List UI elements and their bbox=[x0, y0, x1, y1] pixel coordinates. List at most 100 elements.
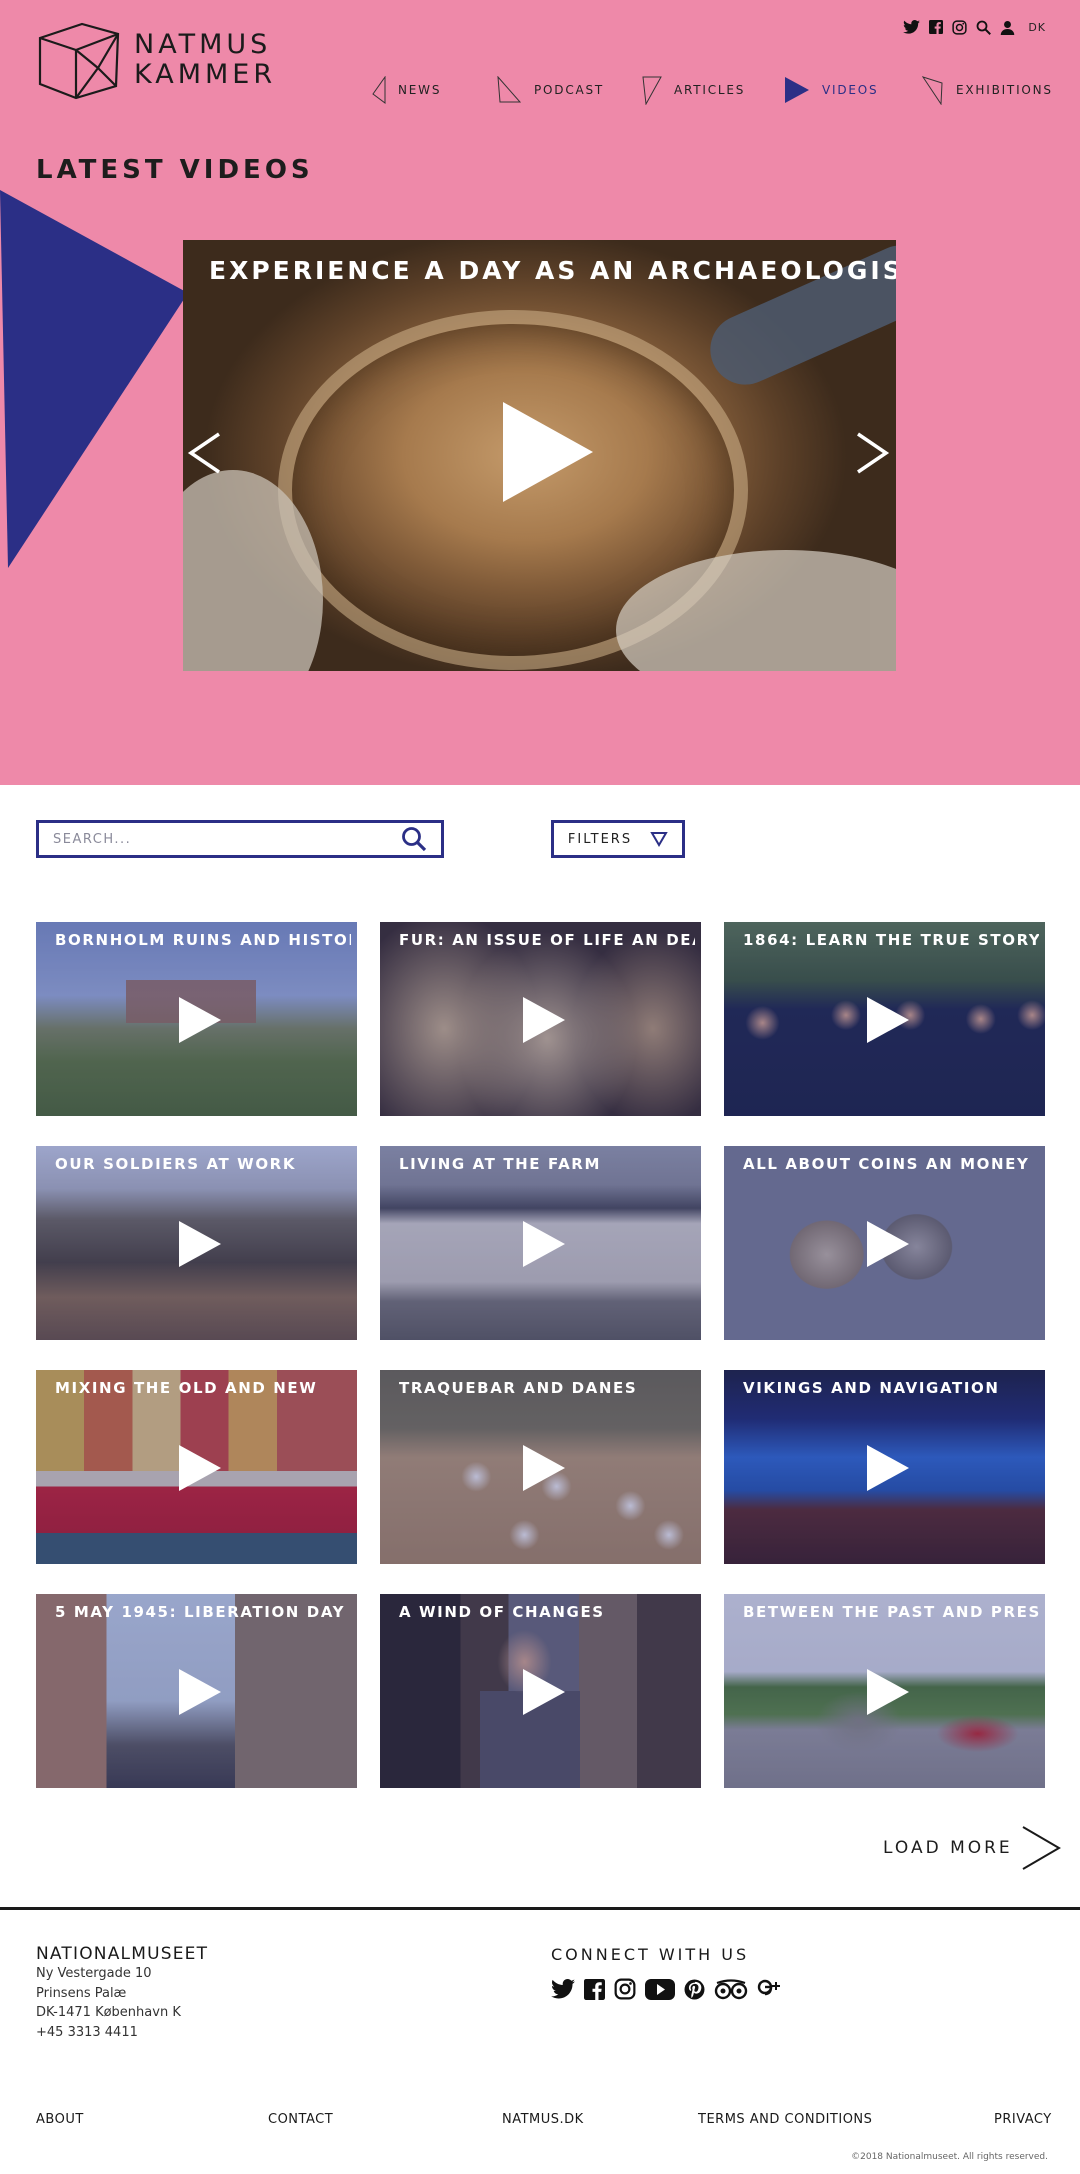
play-icon[interactable] bbox=[866, 996, 910, 1044]
video-card[interactable]: ALL ABOUT COINS AN MONEY bbox=[724, 1146, 1045, 1340]
hero-section: NATMUS KAMMER DK NEWS PODCAST ARTICLES V… bbox=[0, 0, 1080, 785]
triangle-icon bbox=[922, 76, 943, 105]
search-input[interactable] bbox=[53, 831, 401, 847]
page-title: LATEST VIDEOS bbox=[36, 155, 314, 185]
play-icon[interactable] bbox=[178, 996, 222, 1044]
video-card[interactable]: VIKINGS AND NAVIGATION bbox=[724, 1370, 1045, 1564]
filters-label: FILTERS bbox=[567, 831, 633, 847]
video-title: VIKINGS AND NAVIGATION bbox=[743, 1379, 1000, 1397]
load-more-label: LOAD MORE bbox=[883, 1838, 1013, 1858]
play-icon[interactable] bbox=[178, 1220, 222, 1268]
video-title: OUR SOLDIERS AT WORK bbox=[55, 1155, 297, 1173]
video-card[interactable]: OUR SOLDIERS AT WORK bbox=[36, 1146, 357, 1340]
address-line: DK-1471 København K bbox=[36, 2005, 181, 2020]
twitter-icon[interactable] bbox=[551, 1979, 575, 2003]
tripadvisor-icon[interactable] bbox=[714, 1978, 748, 2004]
search-icon[interactable] bbox=[401, 826, 427, 852]
play-icon[interactable] bbox=[501, 400, 595, 504]
twitter-icon[interactable] bbox=[903, 20, 921, 34]
triangle-icon bbox=[497, 76, 522, 103]
footer-link-contact[interactable]: CONTACT bbox=[268, 2112, 333, 2127]
copyright: ©2018 Nationalmuseet. All rights reserve… bbox=[851, 2152, 1048, 2162]
page: NATMUS KAMMER DK NEWS PODCAST ARTICLES V… bbox=[0, 0, 1080, 2174]
video-card[interactable]: 5 MAY 1945: LIBERATION DAY bbox=[36, 1594, 357, 1788]
video-title: BORNHOLM RUINS AND HISTORY bbox=[55, 931, 351, 949]
video-title: 1864: LEARN THE TRUE STORY bbox=[743, 931, 1039, 949]
video-card[interactable]: LIVING AT THE FARM bbox=[380, 1146, 701, 1340]
address-line: Prinsens Palæ bbox=[36, 1986, 127, 2001]
video-card[interactable]: A WIND OF CHANGES bbox=[380, 1594, 701, 1788]
triangle-icon bbox=[372, 76, 386, 104]
filters-button[interactable]: FILTERS bbox=[551, 820, 685, 858]
search-icon[interactable] bbox=[976, 20, 992, 35]
facebook-icon[interactable] bbox=[929, 20, 944, 34]
main-nav: NEWS PODCAST ARTICLES VIDEOS EXHIBITIONS bbox=[372, 72, 1051, 108]
video-grid: BORNHOLM RUINS AND HISTORY FUR: AN ISSUE… bbox=[36, 922, 1045, 1790]
video-card[interactable]: 1864: LEARN THE TRUE STORY bbox=[724, 922, 1045, 1116]
featured-video-title: EXPERIENCE A DAY AS AN ARCHAEOLOGIST bbox=[209, 256, 896, 285]
nav-label: ARTICLES bbox=[674, 83, 746, 97]
featured-video-player[interactable]: EXPERIENCE A DAY AS AN ARCHAEOLOGIST bbox=[183, 240, 896, 671]
social-links bbox=[551, 1978, 781, 2004]
video-card[interactable]: MIXING THE OLD AND NEW bbox=[36, 1370, 357, 1564]
video-title: 5 MAY 1945: LIBERATION DAY bbox=[55, 1603, 346, 1621]
instagram-icon[interactable] bbox=[952, 19, 967, 35]
connect-heading: CONNECT WITH US bbox=[551, 1945, 750, 1964]
play-icon[interactable] bbox=[866, 1220, 910, 1268]
nav-item-videos[interactable]: VIDEOS bbox=[784, 72, 878, 108]
logo-cube-icon bbox=[38, 22, 120, 100]
pinterest-icon[interactable] bbox=[684, 1979, 705, 2004]
nav-label: PODCAST bbox=[534, 83, 605, 97]
video-title: A WIND OF CHANGES bbox=[399, 1603, 605, 1621]
footer-divider bbox=[0, 1907, 1080, 1910]
chevron-right-icon[interactable] bbox=[852, 430, 892, 476]
logo-text-line1: NATMUS bbox=[134, 29, 272, 60]
play-icon[interactable] bbox=[866, 1668, 910, 1716]
search-box[interactable] bbox=[36, 820, 444, 858]
play-icon[interactable] bbox=[522, 1444, 566, 1492]
video-card[interactable]: FUR: AN ISSUE OF LIFE AN DEATH bbox=[380, 922, 701, 1116]
video-card[interactable]: BETWEEN THE PAST AND PRESENT bbox=[724, 1594, 1045, 1788]
footer-link-natmus[interactable]: NATMUS.DK bbox=[502, 2112, 584, 2127]
play-icon[interactable] bbox=[866, 1444, 910, 1492]
chevron-left-icon[interactable] bbox=[185, 430, 225, 476]
nav-item-news[interactable]: NEWS bbox=[372, 72, 441, 108]
play-icon[interactable] bbox=[522, 1668, 566, 1716]
logo[interactable]: NATMUS KAMMER bbox=[36, 20, 272, 102]
play-icon[interactable] bbox=[178, 1668, 222, 1716]
footer-org-name: NATIONALMUSEET bbox=[36, 1944, 209, 1964]
video-card[interactable]: TRAQUEBAR AND DANES bbox=[380, 1370, 701, 1564]
nav-item-articles[interactable]: ARTICLES bbox=[642, 72, 745, 108]
load-more-button[interactable]: LOAD MORE bbox=[883, 1825, 1063, 1871]
language-switch[interactable]: DK bbox=[1028, 21, 1046, 34]
decorative-triangle bbox=[0, 190, 188, 568]
nav-label: VIDEOS bbox=[822, 83, 879, 97]
play-icon[interactable] bbox=[178, 1444, 222, 1492]
nav-item-exhibitions[interactable]: EXHIBITIONS bbox=[922, 72, 1053, 108]
phone-number[interactable]: +45 3313 4411 bbox=[36, 2025, 138, 2040]
user-icon[interactable] bbox=[1000, 20, 1015, 35]
video-title: LIVING AT THE FARM bbox=[399, 1155, 601, 1173]
chevron-right-icon bbox=[1022, 1826, 1061, 1870]
address-line: Ny Vestergade 10 bbox=[36, 1966, 152, 1981]
google-plus-icon[interactable] bbox=[757, 1978, 781, 2004]
video-title: MIXING THE OLD AND NEW bbox=[55, 1379, 318, 1397]
instagram-icon[interactable] bbox=[614, 1978, 636, 2004]
nav-label: NEWS bbox=[398, 83, 442, 97]
play-icon[interactable] bbox=[522, 1220, 566, 1268]
logo-text-line2: KAMMER bbox=[134, 59, 277, 90]
footer-link-privacy[interactable]: PRIVACY bbox=[994, 2112, 1052, 2127]
nav-item-podcast[interactable]: PODCAST bbox=[496, 72, 604, 108]
youtube-icon[interactable] bbox=[645, 1978, 675, 2004]
video-title: TRAQUEBAR AND DANES bbox=[399, 1379, 638, 1397]
facebook-icon[interactable] bbox=[584, 1978, 605, 2004]
play-icon[interactable] bbox=[522, 996, 566, 1044]
footer-link-terms[interactable]: TERMS AND CONDITIONS bbox=[698, 2112, 872, 2127]
nav-label: EXHIBITIONS bbox=[956, 83, 1053, 97]
utility-bar: DK bbox=[903, 16, 1046, 38]
video-card[interactable]: BORNHOLM RUINS AND HISTORY bbox=[36, 922, 357, 1116]
play-triangle-icon bbox=[785, 77, 809, 103]
video-title: ALL ABOUT COINS AN MONEY bbox=[743, 1155, 1030, 1173]
chevron-down-icon bbox=[650, 832, 668, 847]
footer-link-about[interactable]: ABOUT bbox=[36, 2112, 84, 2127]
